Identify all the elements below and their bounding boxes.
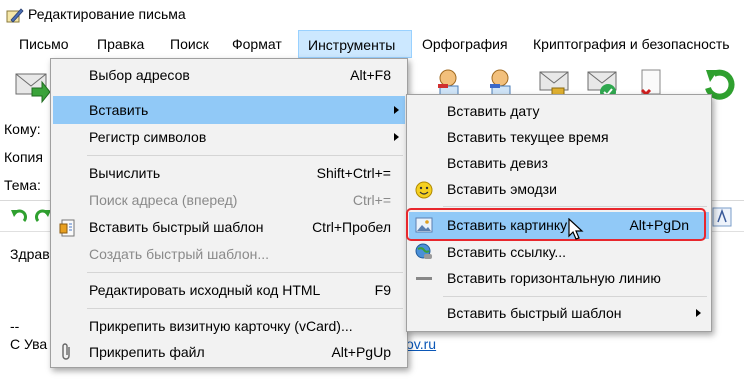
menu-separator [443,296,707,297]
submenu-item-insert-date[interactable]: Вставить дату [409,98,709,125]
menu-search[interactable]: Поиск [170,30,209,58]
pen-edit-icon [6,8,24,23]
menu-item-label: Вставить эмодзи [447,181,557,197]
menu-item-shortcut: Ctrl+= [352,192,391,208]
submenu-item-insert-emoji[interactable]: Вставить эмодзи [409,176,709,203]
subject-label: Тема: [4,177,41,193]
menu-item-shortcut: Alt+PgUp [331,344,391,360]
menu-item-label: Вставить девиз [447,155,548,171]
submenu-item-insert-time[interactable]: Вставить текущее время [409,124,709,151]
menu-separator [87,155,403,156]
to-label: Кому: [4,121,41,137]
submenu-arrow-icon [394,133,399,141]
menu-item-label: Вычислить [89,165,161,181]
cc-label: Копия [4,149,43,165]
menu-item-create-template: Создать быстрый шаблон... [53,241,405,268]
menu-crypto[interactable]: Криптография и безопасность [533,30,730,58]
menu-item-calculate[interactable]: Вычислить Shift+Ctrl+= [53,160,405,187]
menu-item-shortcut: F9 [374,282,391,298]
menu-item-label: Вставить дату [447,103,540,119]
mouse-cursor-icon [568,218,584,240]
menu-item-insert-template[interactable]: Вставить быстрый шаблон Ctrl+Пробел [53,214,405,241]
signature-link[interactable]: ov.ru [406,336,436,352]
menu-item-select-addresses[interactable]: Выбор адресов Alt+F8 [53,62,405,89]
menu-tools[interactable]: Инструменты [298,30,412,58]
menu-item-shortcut: Shift+Ctrl+= [316,165,391,181]
menu-format[interactable]: Формат [232,30,282,58]
window-title: Редактирование письма [28,6,186,22]
menu-item-label: Вставить [89,102,149,118]
menu-item-label: Вставить горизонтальную линию [447,270,661,286]
text-color-icon[interactable] [712,207,732,227]
smiley-icon [415,181,433,199]
menu-separator [443,206,707,207]
menu-item-label: Вставить быстрый шаблон [89,219,264,235]
menu-item-edit-html[interactable]: Редактировать исходный код HTML F9 [53,277,405,304]
submenu-arrow-icon [394,106,399,114]
menu-bar: Письмо Правка Поиск Формат Инструменты О… [0,30,744,58]
menu-item-label: Создать быстрый шаблон... [89,246,270,262]
menu-item-shortcut: Ctrl+Пробел [312,219,391,235]
menu-item-shortcut: Alt+F8 [350,67,391,83]
title-bar: Редактирование письма [0,0,744,30]
menu-separator [87,272,403,273]
horizontal-line-icon [416,277,432,280]
template-icon [59,219,75,237]
menu-item-label: Редактировать исходный код HTML [89,282,321,298]
menu-item-label: Вставить текущее время [447,129,609,145]
signature-text: С Ува [10,336,48,352]
send-mail-icon[interactable] [14,70,52,106]
menu-spelling[interactable]: Орфография [422,30,508,58]
menu-edit[interactable]: Правка [97,30,144,58]
menu-separator [87,308,403,309]
menu-item-label: Прикрепить визитную карточку (vCard)... [89,318,353,334]
undo-icon[interactable] [10,207,28,225]
menu-item-label: Вставить быстрый шаблон [447,305,622,321]
menu-item-case[interactable]: Регистр символов [53,124,405,151]
submenu-item-insert-hr[interactable]: Вставить горизонтальную линию [409,265,709,292]
submenu-item-insert-link[interactable]: Вставить ссылку... [409,239,709,266]
menu-item-insert[interactable]: Вставить [53,96,405,124]
menu-item-label: Прикрепить файл [89,344,205,360]
menu-item-label: Регистр символов [89,129,207,145]
menu-item-label: Выбор адресов [89,67,190,83]
menu-item-find-address: Поиск адреса (вперед) Ctrl+= [53,187,405,214]
submenu-item-insert-motto[interactable]: Вставить девиз [409,150,709,177]
globe-link-icon [415,243,432,259]
tools-menu: Выбор адресов Alt+F8 Вставить Регистр си… [50,58,408,368]
menu-item-attach-vcard[interactable]: Прикрепить визитную карточку (vCard)... [53,313,405,340]
menu-item-attach-file[interactable]: Прикрепить файл Alt+PgUp [53,339,405,366]
submenu-item-insert-template[interactable]: Вставить быстрый шаблон [409,300,709,327]
annotation-highlight [406,208,706,241]
paperclip-icon [62,343,70,360]
submenu-arrow-icon [696,309,701,317]
menu-letter[interactable]: Письмо [19,30,69,58]
body-greeting: Здрав [10,246,50,262]
menu-item-label: Поиск адреса (вперед) [89,192,238,208]
menu-item-label: Вставить ссылку... [447,244,567,260]
signature-dash: -- [10,318,20,334]
